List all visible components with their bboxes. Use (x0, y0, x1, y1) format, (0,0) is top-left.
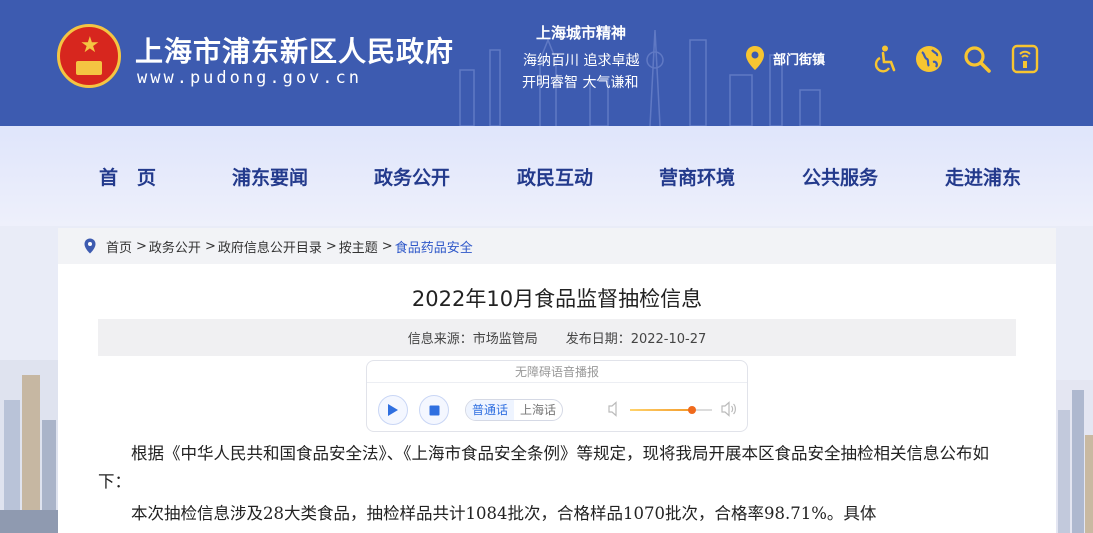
department-street-link[interactable]: 部门街镇 (745, 45, 825, 71)
article-paragraph: 本次抽检信息涉及28大类食品，抽检样品共计1084批次，合格样品1070批次，合… (131, 504, 877, 523)
nav-item-about-pudong[interactable]: 走进浦东 (945, 163, 1021, 190)
city-skyline-left-image (0, 360, 60, 533)
breadcrumb-separator: > (204, 238, 216, 254)
breadcrumb-by-topic[interactable]: 按主题 (339, 237, 378, 256)
audio-player: 无障碍语音播报 普通话 上海话 (366, 360, 748, 432)
nav-item-interaction[interactable]: 政民互动 (517, 163, 593, 190)
site-title[interactable]: 上海市浦东新区人民政府 (135, 30, 454, 70)
location-pin-icon (746, 46, 764, 70)
article-title: 2022年10月食品监督抽检信息 (411, 287, 703, 311)
accessibility-icon[interactable] (870, 44, 900, 74)
language-toggle: 普通话 上海话 (465, 399, 564, 421)
city-spirit-line: 海纳百川 追求卓越 (523, 53, 640, 69)
breadcrumb-info-directory[interactable]: 政府信息公开目录 (218, 237, 322, 256)
city-spirit-title: 上海城市精神 (536, 24, 627, 42)
breadcrumb-food-drug-safety[interactable]: 食品药品安全 (395, 237, 473, 256)
breadcrumb-separator: > (381, 238, 393, 254)
breadcrumb-home[interactable]: 首页 (106, 237, 132, 256)
volume-slider-fill (630, 409, 692, 411)
article-source: 信息来源：市场监管局 (407, 332, 538, 347)
stop-icon (429, 405, 439, 415)
breadcrumb-government-affairs[interactable]: 政务公开 (149, 237, 201, 256)
nav-item-pudong-news[interactable]: 浦东要闻 (232, 163, 308, 190)
article-paragraph: 根据《中华人民共和国食品安全法》、《上海市食品安全条例》等规定，现将我局开展本区… (98, 444, 989, 491)
stop-button[interactable] (419, 395, 449, 425)
breadcrumb-separator: > (325, 238, 337, 254)
nav-item-business-environment[interactable]: 营商环境 (659, 163, 735, 190)
city-skyline-right-image (1056, 380, 1093, 533)
department-street-label: 部门街镇 (773, 52, 826, 68)
main-nav: 首 页 浦东要闻 政务公开 政民互动 营商环境 公共服务 走进浦东 (0, 126, 1093, 226)
nav-item-home[interactable]: 首 页 (99, 163, 156, 190)
audio-player-title: 无障碍语音播报 (367, 361, 747, 383)
play-button[interactable] (378, 395, 408, 425)
breadcrumb: 首页 > 政务公开 > 政府信息公开目录 > 按主题 > 食品药品安全 (58, 228, 1056, 264)
location-icon (84, 238, 96, 254)
search-icon[interactable] (962, 44, 992, 74)
article-date: 发布日期：2022-10-27 (565, 332, 707, 347)
mobile-icon[interactable] (1010, 44, 1040, 74)
skyline-decoration (459, 29, 821, 126)
site-url[interactable]: www.pudong.gov.cn (137, 68, 362, 88)
article-meta: 信息来源：市场监管局 发布日期：2022-10-27 (98, 319, 1016, 356)
site-header: ★ 上海市浦东新区人民政府 www.pudong.gov.cn 上海城市精神 海… (0, 0, 1093, 126)
nav-item-government-affairs[interactable]: 政务公开 (374, 163, 450, 190)
city-spirit-line: 开明睿智 大气谦和 (522, 75, 639, 91)
play-icon (388, 404, 398, 416)
national-emblem-logo[interactable]: ★ (57, 24, 121, 88)
nav-item-public-services[interactable]: 公共服务 (802, 163, 878, 190)
volume-high-icon[interactable] (721, 401, 737, 417)
breadcrumb-separator: > (136, 238, 147, 254)
volume-slider[interactable] (630, 406, 712, 414)
globe-icon[interactable] (914, 44, 944, 74)
volume-low-icon[interactable] (608, 401, 622, 417)
content-panel: 首页 > 政务公开 > 政府信息公开目录 > 按主题 > 食品药品安全 2022… (58, 228, 1056, 533)
volume-slider-handle[interactable] (687, 406, 696, 414)
shanghainese-option[interactable]: 上海话 (514, 400, 562, 420)
mandarin-option[interactable]: 普通话 (466, 400, 515, 420)
